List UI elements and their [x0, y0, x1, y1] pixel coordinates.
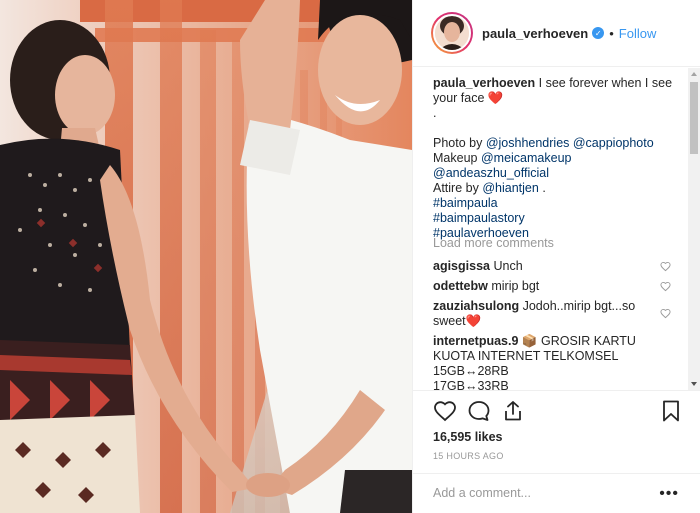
caption-username[interactable]: paula_verhoeven	[433, 76, 535, 90]
comment-text: 17GB↔33RB	[433, 379, 509, 390]
attire-credit-prefix: Attire by	[433, 181, 479, 195]
add-comment-input[interactable]	[433, 486, 633, 500]
attire-credit-handle[interactable]: @hiantjen	[482, 181, 538, 195]
post-timestamp[interactable]: 15 HOURS AGO	[433, 451, 504, 461]
post-header: paula_verhoeven ✓ • Follow	[413, 0, 700, 67]
comment-username[interactable]: zauziahsulong	[433, 299, 519, 313]
makeup-credit-prefix: Makeup	[433, 151, 478, 165]
heart-emoji-icon: ❤️	[465, 314, 482, 328]
hashtag-baimpaulastory[interactable]: #baimpaulastory	[433, 211, 525, 225]
add-comment-bar: •••	[413, 473, 700, 513]
attire-credit-suffix: .	[542, 181, 546, 195]
makeup-credit-handle[interactable]: @meicamakeup	[481, 151, 572, 165]
comment-text: mirip bgt	[491, 279, 540, 293]
makeup-credit-handle-2[interactable]: @andeaszhu_official	[433, 166, 549, 180]
comments-list[interactable]: paula_verhoeven I see forever when I see…	[413, 68, 700, 390]
comment-username[interactable]: agisgissa	[433, 259, 490, 273]
caption: paula_verhoeven I see forever when I see…	[433, 76, 683, 241]
header-username[interactable]: paula_verhoeven	[482, 26, 588, 41]
comment-row: agisgissa Unch	[433, 259, 661, 274]
avatar[interactable]	[431, 12, 473, 54]
avatar-image	[433, 14, 471, 52]
comment-username[interactable]: internetpuas.9	[433, 334, 518, 348]
post-photo[interactable]	[0, 0, 412, 513]
bookmark-save-icon[interactable]	[659, 399, 683, 423]
separator-dot: •	[609, 25, 614, 41]
package-emoji-icon: 📦	[521, 334, 538, 348]
comments-scrollbar[interactable]	[688, 68, 700, 390]
scroll-up-arrow-icon[interactable]	[691, 72, 697, 76]
like-heart-icon[interactable]	[433, 399, 457, 423]
post-sidebar: paula_verhoeven ✓ • Follow paula_verhoev…	[412, 0, 700, 513]
load-more-comments-button[interactable]: Load more comments	[433, 236, 554, 250]
photo-credit-handles[interactable]: @joshhendries @cappiophoto	[486, 136, 654, 150]
like-comment-heart-icon[interactable]	[660, 281, 671, 292]
follow-button[interactable]: Follow	[619, 26, 657, 41]
couple-photo-image	[0, 0, 412, 513]
scrollbar-thumb[interactable]	[690, 82, 698, 154]
comment-text: Unch	[493, 259, 523, 273]
verified-badge-icon: ✓	[592, 27, 605, 39]
hashtag-baimpaula[interactable]: #baimpaula	[433, 196, 498, 210]
caption-dot-line: .	[433, 106, 437, 120]
heart-emoji-icon: ❤️	[487, 91, 504, 105]
comment-username[interactable]: odettebw	[433, 279, 488, 293]
post-actions: 16,595 likes 15 HOURS AGO •••	[413, 390, 700, 513]
comment-row: internetpuas.9 📦 GROSIR KARTU KUOTA INTE…	[433, 334, 648, 390]
likes-count[interactable]: 16,595 likes	[433, 430, 503, 444]
comment-bubble-icon[interactable]	[467, 399, 491, 423]
comment-text: GROSIR KARTU	[540, 334, 636, 348]
like-comment-heart-icon[interactable]	[660, 261, 671, 272]
photo-credit-prefix: Photo by	[433, 136, 483, 150]
comment-text: 15GB↔28RB	[433, 364, 509, 378]
share-upload-icon[interactable]	[501, 399, 525, 423]
comment-row: odettebw mirip bgt	[433, 279, 661, 294]
comment-row: zauziahsulong Jodoh..mirip bgt...so swee…	[433, 299, 648, 329]
more-options-icon[interactable]: •••	[659, 485, 679, 503]
scroll-down-arrow-icon[interactable]	[691, 382, 697, 386]
comment-text: KUOTA INTERNET TELKOMSEL	[433, 349, 619, 363]
like-comment-heart-icon[interactable]	[660, 308, 671, 319]
